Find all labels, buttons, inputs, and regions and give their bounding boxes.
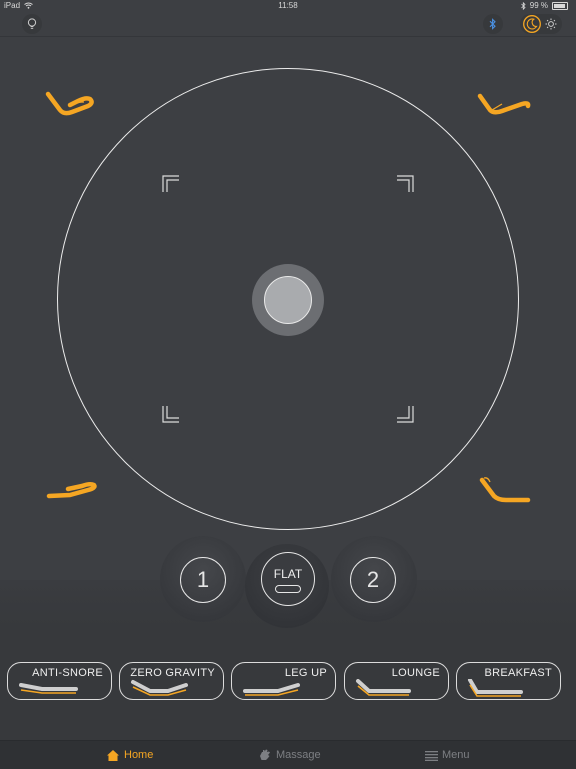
anti-snore-bed-icon (19, 683, 78, 694)
tab-home[interactable]: Home (106, 741, 153, 769)
status-bar: iPad 11:58 99 % (0, 0, 576, 12)
preset-label: LOUNGE (391, 667, 440, 679)
preset-anti-snore-button[interactable]: ANTI-SNORE (7, 662, 112, 700)
massage-hand-icon (260, 749, 270, 760)
tab-home-label: Home (124, 749, 154, 761)
preset-label: BREAKFAST (484, 667, 552, 679)
tab-massage-label: Massage (276, 749, 321, 761)
preset-leg-up-button[interactable]: LEG UP (231, 662, 336, 700)
preset-breakfast-button[interactable]: BREAKFAST (456, 662, 561, 700)
leg-up-bed-icon (243, 683, 300, 696)
moon-icon (523, 15, 541, 33)
menu-icon (425, 750, 438, 761)
flat-bed-icon (275, 585, 301, 593)
bluetooth-status-icon (520, 1, 526, 10)
head-and-foot-up-preset-icon[interactable] (476, 92, 532, 120)
day-night-toggle[interactable] (520, 14, 562, 34)
tab-bar: Home Massage Menu (0, 740, 576, 769)
joystick-base[interactable] (252, 264, 324, 336)
position-control-area (0, 36, 576, 580)
sun-icon (545, 18, 557, 30)
preset-label: ZERO GRAVITY (130, 667, 215, 679)
corner-bracket-top-left-icon (162, 175, 179, 192)
light-button[interactable] (22, 14, 42, 34)
bluetooth-button[interactable] (483, 14, 503, 34)
battery-icon (552, 1, 568, 10)
zero-gravity-bed-icon (131, 680, 188, 696)
foot-up-preset-icon[interactable] (44, 480, 100, 502)
battery-percent: 99 % (529, 1, 548, 10)
flat-button[interactable]: FLAT (261, 552, 315, 606)
flat-label: FLAT (273, 567, 303, 581)
corner-bracket-bottom-right-icon (397, 406, 414, 423)
lounge-bed-icon (356, 679, 411, 696)
bluetooth-icon (489, 18, 496, 30)
memory-1-button[interactable]: 1 (180, 557, 226, 603)
preset-lounge-button[interactable]: LOUNGE (344, 662, 449, 700)
memory-2-button[interactable]: 2 (350, 557, 396, 603)
corner-bracket-bottom-left-icon (162, 406, 179, 423)
preset-zero-gravity-button[interactable]: ZERO GRAVITY (119, 662, 224, 700)
corner-bracket-top-right-icon (397, 175, 414, 192)
recline-preset-icon[interactable] (476, 474, 534, 506)
head-up-preset-icon[interactable] (44, 90, 96, 120)
breakfast-bed-icon (468, 679, 523, 697)
preset-label: ANTI-SNORE (32, 667, 103, 679)
status-time: 11:58 (278, 1, 298, 10)
joystick-knob[interactable] (264, 276, 312, 324)
tab-menu-label: Menu (442, 749, 470, 761)
top-bar (0, 12, 576, 37)
home-icon (107, 749, 119, 761)
tab-massage[interactable]: Massage (258, 741, 321, 769)
preset-label: LEG UP (284, 667, 327, 679)
tab-menu[interactable]: Menu (425, 741, 470, 769)
lightbulb-icon (27, 18, 37, 29)
